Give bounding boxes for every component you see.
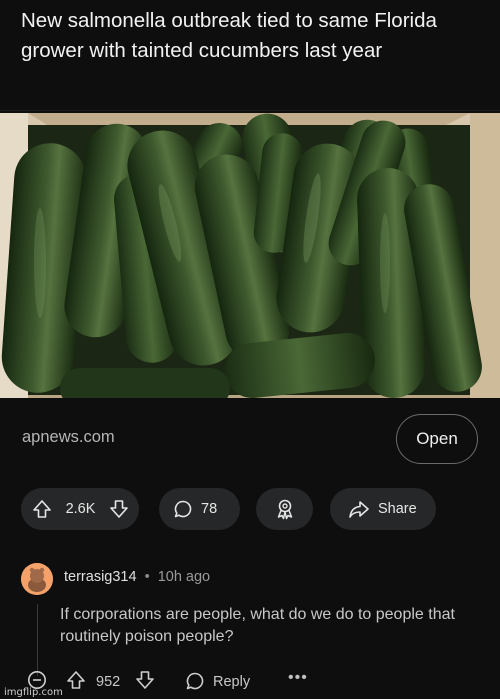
meta-separator: • bbox=[144, 569, 150, 585]
award-icon bbox=[274, 498, 296, 520]
link-preview-row[interactable]: apnews.com Open bbox=[0, 408, 500, 470]
snoo-avatar-icon bbox=[21, 563, 53, 595]
share-arrow-icon bbox=[348, 499, 370, 519]
more-options-button[interactable]: ••• bbox=[288, 669, 308, 687]
award-button[interactable] bbox=[256, 488, 313, 530]
downvote-icon[interactable] bbox=[109, 499, 129, 519]
post-vote-count: 2.6K bbox=[65, 501, 96, 517]
comment-body: If corporations are people, what do we d… bbox=[60, 606, 455, 645]
comment-username[interactable]: terrasig314 bbox=[64, 569, 137, 585]
comment-score: 952 bbox=[96, 674, 121, 690]
reply-bubble-icon[interactable] bbox=[185, 671, 205, 696]
comment-action-bar: 952 Reply ••• bbox=[0, 668, 500, 698]
comment-meta: terrasig314 • 10h ago bbox=[64, 569, 210, 585]
comment-upvote-icon[interactable] bbox=[66, 670, 86, 695]
header-divider bbox=[0, 110, 500, 111]
reply-button[interactable]: Reply bbox=[213, 674, 250, 690]
avatar[interactable] bbox=[21, 563, 53, 595]
comment-item: terrasig314 • 10h ago If corporations ar… bbox=[0, 556, 500, 699]
post-image-cucumbers[interactable] bbox=[0, 113, 500, 398]
comment-bubble-icon bbox=[173, 499, 193, 519]
open-link-button[interactable]: Open bbox=[396, 414, 478, 464]
link-domain[interactable]: apnews.com bbox=[22, 428, 115, 447]
comment-downvote-icon[interactable] bbox=[135, 670, 155, 695]
cucumbers-photo bbox=[0, 113, 500, 398]
share-label: Share bbox=[378, 501, 417, 517]
share-button[interactable]: Share bbox=[330, 488, 436, 530]
upvote-icon[interactable] bbox=[32, 499, 52, 519]
vote-pill: 2.6K bbox=[21, 488, 139, 530]
post-action-bar: 2.6K 78 Share bbox=[0, 488, 500, 530]
imgflip-watermark: imgflip.com bbox=[4, 687, 63, 698]
comment-timestamp: 10h ago bbox=[157, 569, 211, 585]
post-title[interactable]: New salmonella outbreak tied to same Flo… bbox=[21, 6, 486, 66]
thread-line[interactable] bbox=[37, 604, 38, 676]
comment-count: 78 bbox=[201, 501, 218, 517]
comments-button[interactable]: 78 bbox=[159, 488, 240, 530]
